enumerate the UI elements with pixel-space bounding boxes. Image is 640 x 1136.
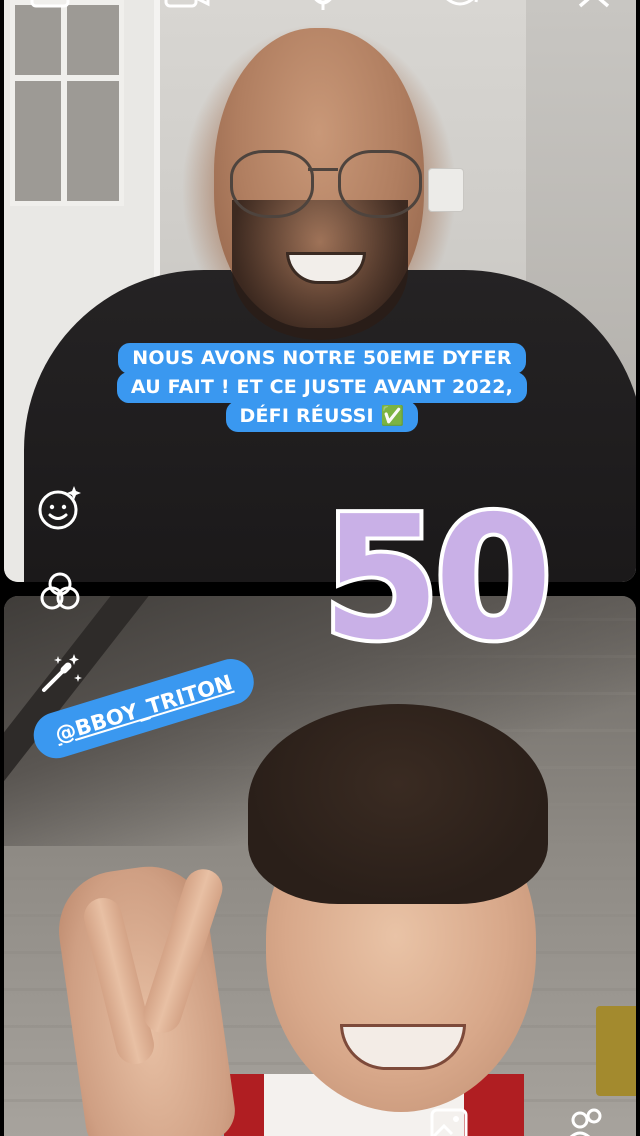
gallery-icon[interactable] bbox=[430, 1106, 470, 1136]
background-shelf bbox=[596, 1006, 636, 1096]
video-call-screen: NOUS AVONS NOTRE 50EME DYFER AU FAIT ! E… bbox=[0, 0, 640, 1136]
caption-line: DÉFI RÉUSSI ✅ bbox=[225, 401, 419, 432]
caption-line: NOUS AVONS NOTRE 50EME DYFER bbox=[118, 343, 526, 374]
participant-1-glasses-left bbox=[230, 150, 314, 218]
window-icon[interactable] bbox=[30, 0, 70, 26]
magic-wand-icon[interactable] bbox=[36, 650, 84, 698]
video-camera-icon[interactable] bbox=[164, 0, 210, 26]
participant-2-hair bbox=[248, 704, 548, 904]
microphone-icon[interactable] bbox=[308, 0, 338, 26]
face-effects-icon[interactable] bbox=[36, 484, 84, 532]
participants-icon[interactable] bbox=[566, 1106, 606, 1136]
wall-outlet bbox=[428, 168, 464, 212]
switch-camera-icon[interactable] bbox=[440, 0, 480, 26]
filters-icon[interactable] bbox=[36, 568, 84, 616]
caption-sticker[interactable]: NOUS AVONS NOTRE 50EME DYFER AU FAIT ! E… bbox=[108, 343, 536, 432]
participant-1-glasses-bridge bbox=[308, 168, 338, 171]
close-icon[interactable] bbox=[578, 0, 612, 26]
number-sticker[interactable]: 50 bbox=[318, 490, 622, 668]
participant-1-glasses-right bbox=[338, 150, 422, 218]
caption-line: AU FAIT ! ET CE JUSTE AVANT 2022, bbox=[116, 372, 528, 403]
door-window bbox=[10, 0, 124, 206]
